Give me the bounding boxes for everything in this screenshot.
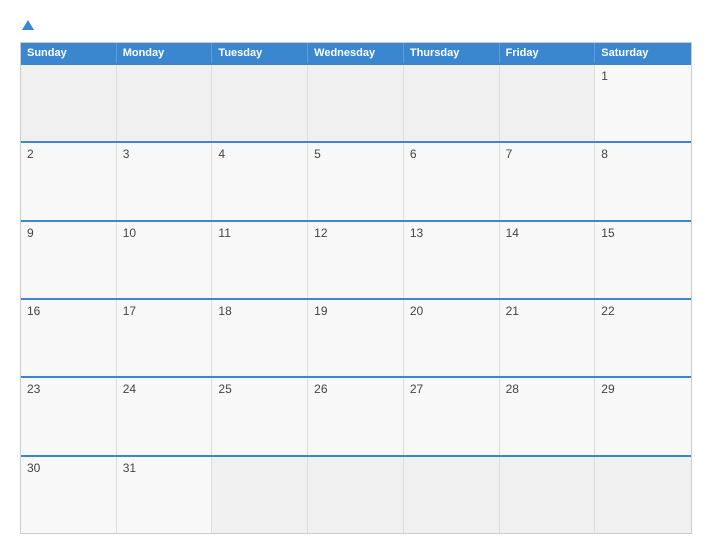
calendar-empty-cell xyxy=(404,65,500,141)
day-number: 19 xyxy=(314,304,327,318)
calendar-row-5: 23 24 25 26 27 28 29 xyxy=(21,376,691,454)
calendar-day-5: 5 xyxy=(308,143,404,219)
calendar-day-19: 19 xyxy=(308,300,404,376)
day-number: 12 xyxy=(314,226,327,240)
calendar-empty-cell xyxy=(21,65,117,141)
calendar-row-1: 1 xyxy=(21,63,691,141)
day-number: 3 xyxy=(123,147,130,161)
day-number: 13 xyxy=(410,226,423,240)
calendar-day-22: 22 xyxy=(595,300,691,376)
calendar-day-4: 4 xyxy=(212,143,308,219)
logo-triangle-icon xyxy=(22,20,34,30)
calendar-row-6: 30 31 xyxy=(21,455,691,533)
day-number: 21 xyxy=(506,304,519,318)
calendar-empty-cell xyxy=(117,65,213,141)
calendar-row-2: 2 3 4 5 6 7 8 xyxy=(21,141,691,219)
day-number: 4 xyxy=(218,147,225,161)
calendar-day-21: 21 xyxy=(500,300,596,376)
calendar-empty-cell xyxy=(212,65,308,141)
calendar-row-4: 16 17 18 19 20 21 22 xyxy=(21,298,691,376)
calendar-body: 1234567891011121314151617181920212223242… xyxy=(21,63,691,533)
day-number: 28 xyxy=(506,382,519,396)
calendar-day-25: 25 xyxy=(212,378,308,454)
day-number: 6 xyxy=(410,147,417,161)
calendar-day-26: 26 xyxy=(308,378,404,454)
calendar-empty-cell xyxy=(595,457,691,533)
calendar-day-23: 23 xyxy=(21,378,117,454)
day-header-thursday: Thursday xyxy=(404,43,500,63)
calendar-day-10: 10 xyxy=(117,222,213,298)
calendar-empty-cell xyxy=(308,65,404,141)
calendar-empty-cell xyxy=(212,457,308,533)
calendar-day-28: 28 xyxy=(500,378,596,454)
day-number: 25 xyxy=(218,382,231,396)
day-number: 30 xyxy=(27,461,40,475)
day-number: 23 xyxy=(27,382,40,396)
calendar-day-7: 7 xyxy=(500,143,596,219)
day-number: 20 xyxy=(410,304,423,318)
day-number: 22 xyxy=(601,304,614,318)
day-number: 14 xyxy=(506,226,519,240)
calendar-day-1: 1 xyxy=(595,65,691,141)
calendar-day-29: 29 xyxy=(595,378,691,454)
day-header-wednesday: Wednesday xyxy=(308,43,404,63)
calendar-empty-cell xyxy=(308,457,404,533)
day-header-sunday: Sunday xyxy=(21,43,117,63)
calendar-day-13: 13 xyxy=(404,222,500,298)
calendar-day-27: 27 xyxy=(404,378,500,454)
logo-general-text xyxy=(20,16,34,34)
calendar-empty-cell xyxy=(404,457,500,533)
day-header-friday: Friday xyxy=(500,43,596,63)
day-number: 5 xyxy=(314,147,321,161)
day-header-tuesday: Tuesday xyxy=(212,43,308,63)
calendar-day-9: 9 xyxy=(21,222,117,298)
day-number: 17 xyxy=(123,304,136,318)
day-header-monday: Monday xyxy=(117,43,213,63)
page-header xyxy=(20,16,692,34)
day-number: 2 xyxy=(27,147,34,161)
day-header-saturday: Saturday xyxy=(595,43,691,63)
calendar-day-12: 12 xyxy=(308,222,404,298)
day-number: 9 xyxy=(27,226,34,240)
logo xyxy=(20,16,34,34)
calendar-day-30: 30 xyxy=(21,457,117,533)
calendar-day-2: 2 xyxy=(21,143,117,219)
calendar-day-31: 31 xyxy=(117,457,213,533)
calendar-header: SundayMondayTuesdayWednesdayThursdayFrid… xyxy=(21,43,691,63)
day-number: 31 xyxy=(123,461,136,475)
calendar-day-6: 6 xyxy=(404,143,500,219)
calendar: SundayMondayTuesdayWednesdayThursdayFrid… xyxy=(20,42,692,534)
calendar-day-14: 14 xyxy=(500,222,596,298)
day-number: 24 xyxy=(123,382,136,396)
calendar-day-20: 20 xyxy=(404,300,500,376)
day-number: 15 xyxy=(601,226,614,240)
day-number: 8 xyxy=(601,147,608,161)
calendar-empty-cell xyxy=(500,65,596,141)
calendar-day-3: 3 xyxy=(117,143,213,219)
calendar-day-18: 18 xyxy=(212,300,308,376)
calendar-day-11: 11 xyxy=(212,222,308,298)
day-number: 11 xyxy=(218,226,230,240)
day-number: 10 xyxy=(123,226,136,240)
day-number: 29 xyxy=(601,382,614,396)
day-number: 1 xyxy=(601,69,608,83)
calendar-day-17: 17 xyxy=(117,300,213,376)
day-number: 18 xyxy=(218,304,231,318)
calendar-day-15: 15 xyxy=(595,222,691,298)
day-number: 27 xyxy=(410,382,423,396)
calendar-day-8: 8 xyxy=(595,143,691,219)
calendar-day-24: 24 xyxy=(117,378,213,454)
calendar-empty-cell xyxy=(500,457,596,533)
day-number: 16 xyxy=(27,304,40,318)
calendar-row-3: 9 10 11 12 13 14 15 xyxy=(21,220,691,298)
calendar-day-16: 16 xyxy=(21,300,117,376)
day-number: 7 xyxy=(506,147,513,161)
day-number: 26 xyxy=(314,382,327,396)
